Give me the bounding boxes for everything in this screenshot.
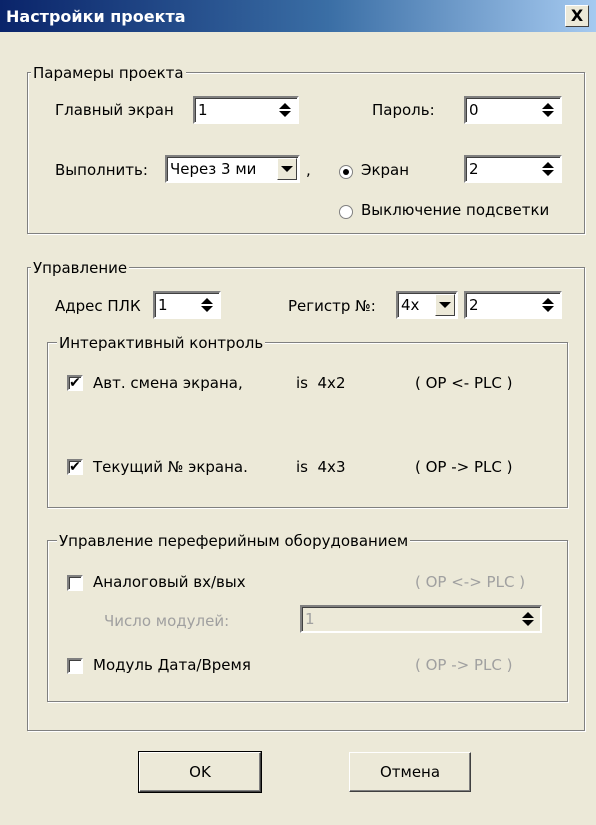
radio-screen[interactable]: [339, 165, 353, 179]
analog-io-checkbox[interactable]: [67, 575, 83, 591]
project-params-legend: Парамеры проекта: [31, 64, 186, 82]
password-spinner[interactable]: 0: [464, 96, 562, 124]
execute-label: Выполнить:: [55, 161, 148, 179]
chevron-down-icon: [281, 166, 293, 172]
current-screen-checkbox[interactable]: ✔: [67, 459, 83, 475]
register-spin-buttons[interactable]: [537, 294, 559, 316]
interactive-control-group: [47, 342, 568, 508]
register-type-value: 4x: [401, 296, 420, 314]
register-value: 2: [469, 296, 479, 314]
current-screen-label: Текущий № экрана.: [93, 458, 248, 476]
analog-io-direction: ( OP <-> PLC ): [415, 573, 526, 591]
spin-down-icon: [279, 111, 291, 117]
title-bar: Настройки проекта X: [0, 0, 596, 32]
spin-down-icon: [201, 306, 213, 312]
close-icon: X: [570, 6, 584, 25]
datetime-module-direction: ( OP -> PLC ): [415, 656, 513, 674]
modules-count-spinner[interactable]: 1: [300, 605, 542, 633]
radio-backlight-label: Выключение подсветки: [361, 201, 550, 219]
radio-selected-dot: [343, 169, 349, 175]
execute-dropdown-button[interactable]: [277, 158, 297, 180]
current-screen-direction: ( OP -> PLC ): [415, 458, 513, 476]
spin-up-icon: [542, 162, 554, 168]
screen-value: 2: [469, 160, 479, 178]
execute-value: Через 3 ми: [170, 160, 257, 178]
interactive-control-legend: Интерактивный контроль: [57, 334, 266, 352]
radio-backlight-off[interactable]: [339, 205, 353, 219]
register-spinner[interactable]: 2: [464, 291, 562, 319]
spin-up-icon: [542, 298, 554, 304]
spin-up-icon: [522, 612, 534, 618]
execute-select[interactable]: Через 3 ми: [165, 155, 300, 183]
spin-down-icon: [522, 620, 534, 626]
datetime-module-label: Модуль Дата/Время: [93, 656, 251, 674]
spin-up-icon: [542, 103, 554, 109]
plc-address-label: Адрес ПЛК: [55, 297, 141, 315]
main-screen-spin-buttons[interactable]: [274, 99, 296, 121]
register-type-dropdown-button[interactable]: [435, 294, 455, 316]
modules-count-spin-buttons[interactable]: [517, 608, 539, 630]
ok-button[interactable]: OK: [138, 751, 262, 793]
auto-screen-change-direction: ( OP <- PLC ): [415, 374, 513, 392]
password-value: 0: [469, 101, 479, 119]
radio-screen-label: Экран: [361, 161, 410, 179]
auto-screen-change-register: is 4x2: [296, 374, 346, 392]
checkmark-icon: ✔: [69, 375, 81, 391]
password-spin-buttons[interactable]: [537, 99, 559, 121]
analog-io-label: Аналоговый вх/вых: [93, 573, 246, 591]
current-screen-register: is 4x3: [296, 458, 346, 476]
plc-address-spin-buttons[interactable]: [196, 294, 218, 316]
spin-up-icon: [201, 298, 213, 304]
spin-down-icon: [542, 306, 554, 312]
cancel-button[interactable]: Отмена: [349, 752, 471, 792]
spin-up-icon: [279, 103, 291, 109]
screen-spin-buttons[interactable]: [537, 158, 559, 180]
plc-address-spinner[interactable]: 1: [153, 291, 221, 319]
peripheral-legend: Управление переферийным оборудованием: [57, 532, 411, 550]
plc-address-value: 1: [158, 296, 168, 314]
spin-down-icon: [542, 170, 554, 176]
main-screen-value: 1: [198, 101, 208, 119]
password-label: Пароль:: [372, 101, 435, 119]
main-screen-spinner[interactable]: 1: [193, 96, 299, 124]
register-type-select[interactable]: 4x: [396, 291, 458, 319]
chevron-down-icon: [439, 302, 451, 308]
checkmark-icon: ✔: [69, 459, 81, 475]
modules-count-value: 1: [305, 610, 315, 628]
auto-screen-change-checkbox[interactable]: ✔: [67, 375, 83, 391]
main-screen-label: Главный экран: [55, 101, 174, 119]
modules-count-label: Число модулей:: [104, 612, 230, 630]
auto-screen-change-label: Авт. смена экрана,: [93, 374, 243, 392]
screen-spinner[interactable]: 2: [464, 155, 562, 183]
spin-down-icon: [542, 111, 554, 117]
close-button[interactable]: X: [565, 5, 589, 27]
datetime-module-checkbox[interactable]: [67, 658, 83, 674]
window-title: Настройки проекта: [6, 7, 186, 26]
register-label: Регистр №:: [288, 297, 376, 315]
control-legend: Управление: [31, 259, 130, 277]
comma-separator: ,: [306, 161, 311, 179]
